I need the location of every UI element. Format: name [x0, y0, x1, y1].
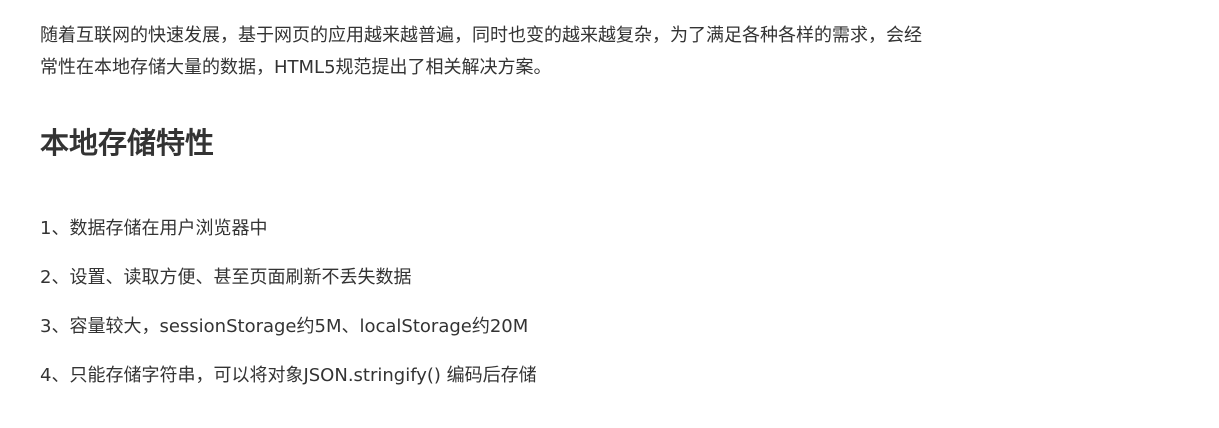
intro-line-1: 随着互联网的快速发展，基于网页的应用越来越普遍，同时也变的越来越复杂，为了满足各… [40, 25, 922, 46]
intro-line-2: 常性在本地存储大量的数据，HTML5规范提出了相关解决方案。 [40, 57, 552, 78]
intro-paragraph: 随着互联网的快速发展，基于网页的应用越来越普遍，同时也变的越来越复杂，为了满足各… [40, 0, 1200, 84]
article-content: 随着互联网的快速发展，基于网页的应用越来越普遍，同时也变的越来越复杂，为了满足各… [40, 0, 1200, 386]
feature-item-4: 4、只能存储字符串，可以将对象JSON.stringify() 编码后存储 [40, 365, 537, 386]
feature-item-1: 1、数据存储在用户浏览器中 [40, 218, 268, 239]
feature-item-2: 2、设置、读取方便、甚至页面刷新不丢失数据 [40, 267, 412, 288]
feature-item-3: 3、容量较大，sessionStorage约5M、localStorage约20… [40, 316, 529, 337]
section-heading: 本地存储特性 [40, 126, 215, 160]
feature-list: 1、数据存储在用户浏览器中 2、设置、读取方便、甚至页面刷新不丢失数据 3、容量… [40, 212, 537, 408]
